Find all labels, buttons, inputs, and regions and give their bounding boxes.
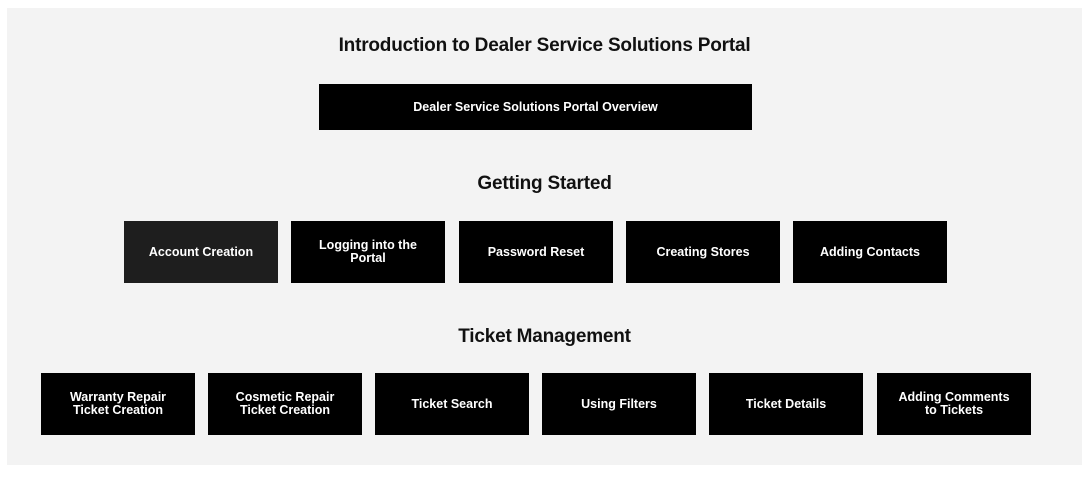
ticket-search-button[interactable]: Ticket Search <box>375 373 529 435</box>
ticket-details-button[interactable]: Ticket Details <box>709 373 863 435</box>
intro-section-title: Introduction to Dealer Service Solutions… <box>338 35 751 56</box>
ticket-management-section-title: Ticket Management <box>458 326 631 347</box>
adding-contacts-button[interactable]: Adding Contacts <box>793 221 947 283</box>
portal-navigation-panel: Introduction to Dealer Service Solutions… <box>7 8 1082 465</box>
adding-comments-to-tickets-button[interactable]: Adding Comments to Tickets <box>877 373 1031 435</box>
creating-stores-button[interactable]: Creating Stores <box>626 221 780 283</box>
cosmetic-repair-ticket-creation-button[interactable]: Cosmetic Repair Ticket Creation <box>208 373 362 435</box>
portal-overview-button[interactable]: Dealer Service Solutions Portal Overview <box>319 84 752 130</box>
warranty-repair-ticket-creation-button[interactable]: Warranty Repair Ticket Creation <box>41 373 195 435</box>
logging-into-portal-button[interactable]: Logging into the Portal <box>291 221 445 283</box>
account-creation-button[interactable]: Account Creation <box>124 221 278 283</box>
password-reset-button[interactable]: Password Reset <box>459 221 613 283</box>
getting-started-section-title: Getting Started <box>477 173 612 194</box>
using-filters-button[interactable]: Using Filters <box>542 373 696 435</box>
